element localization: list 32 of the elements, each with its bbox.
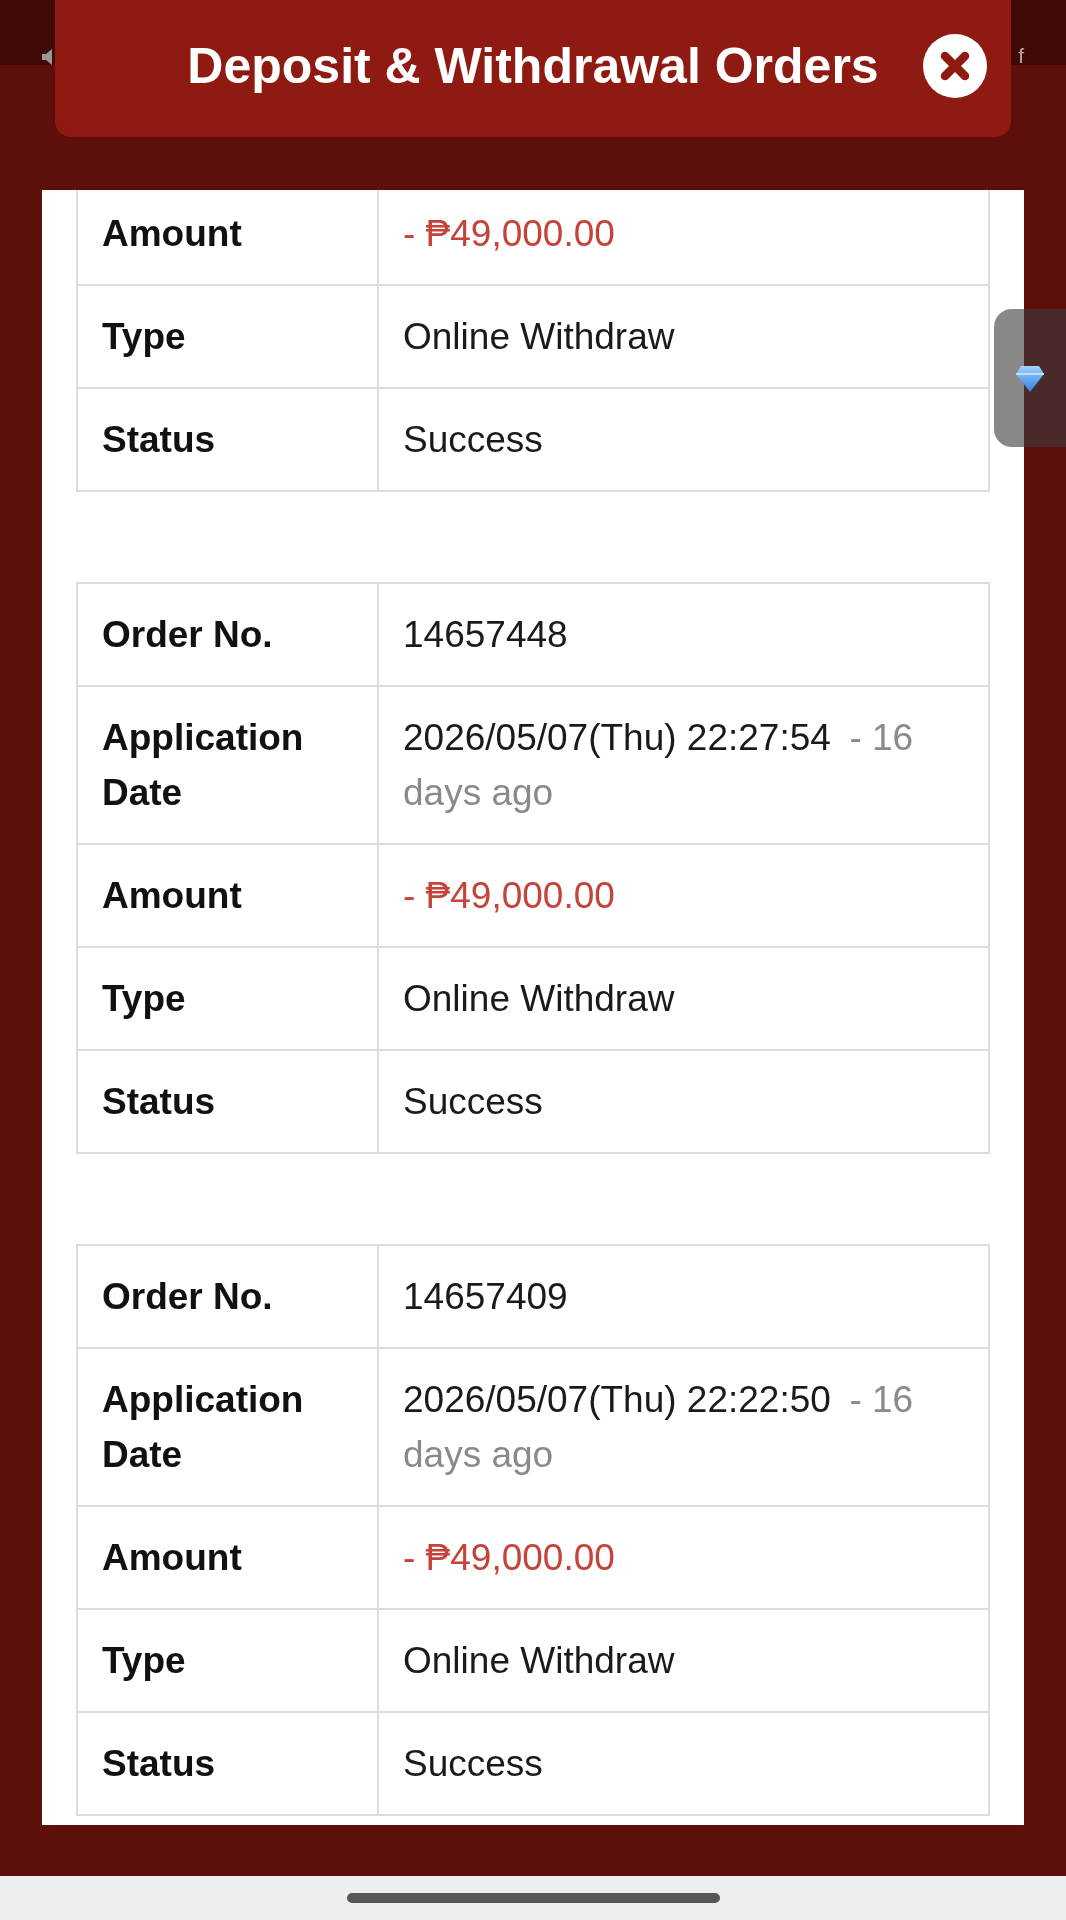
value-cell: Online Withdraw	[378, 947, 989, 1050]
label-cell: Amount	[77, 844, 378, 947]
label-cell: Status	[77, 1050, 378, 1153]
label-cell: Type	[77, 1609, 378, 1712]
value-cell: Success	[378, 1712, 989, 1815]
date-cell: 2026/05/07(Thu) 22:22:50 - 16 days ago	[378, 1348, 989, 1506]
amount-cell: - ₱49,000.00	[378, 1506, 989, 1609]
label-cell: Status	[77, 388, 378, 491]
value-cell: Online Withdraw	[378, 1609, 989, 1712]
marquee-text: f	[1018, 47, 1024, 65]
label-cell: Application Date	[77, 1348, 378, 1506]
floating-tab[interactable]	[994, 309, 1066, 447]
label-cell: Order No.	[77, 583, 378, 686]
date-cell: 2026/05/07(Thu) 22:27:54 - 16 days ago	[378, 686, 989, 844]
close-icon	[923, 33, 987, 98]
amount-cell: - ₱49,000.00	[378, 190, 989, 285]
value-cell: Success	[378, 1050, 989, 1153]
dialog-title: Deposit & Withdrawal Orders	[187, 36, 879, 96]
value-cell: 14657409	[378, 1245, 989, 1348]
label-cell: Type	[77, 285, 378, 388]
gem-icon	[1016, 364, 1044, 392]
value-cell: Online Withdraw	[378, 285, 989, 388]
label-cell: Amount	[77, 190, 378, 285]
label-cell: Order No.	[77, 1245, 378, 1348]
amount-cell: - ₱49,000.00	[378, 844, 989, 947]
label-cell: Type	[77, 947, 378, 1050]
label-cell: Status	[77, 1712, 378, 1815]
value-cell: 14657448	[378, 583, 989, 686]
close-button[interactable]	[923, 33, 987, 98]
value-cell: Success	[378, 388, 989, 491]
label-cell: Amount	[77, 1506, 378, 1609]
label-cell: Application Date	[77, 686, 378, 844]
